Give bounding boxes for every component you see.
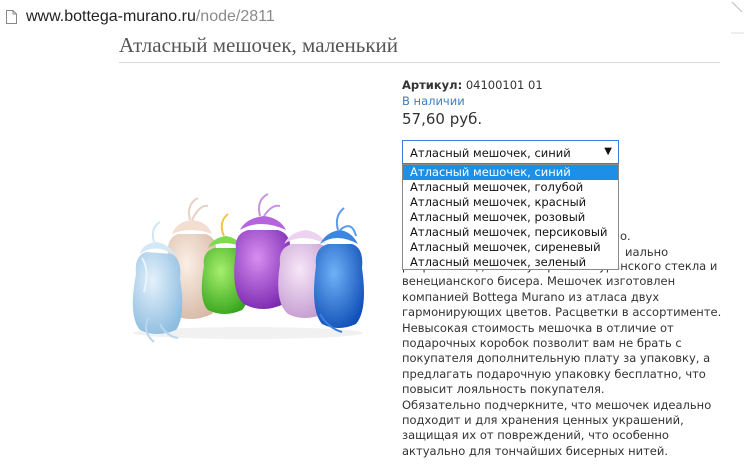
variant-option[interactable]: Атласный мешочек, красный — [403, 195, 618, 210]
dropdown-arrow-icon: ▼ — [604, 146, 612, 157]
variant-dropdown-list[interactable]: Атласный мешочек, синий Атласный мешочек… — [402, 164, 619, 270]
desc-line: гармонирующих цветов. Расцветки в ассорт… — [402, 305, 722, 320]
address-bar[interactable]: www.bottega-murano.ru/node/2811 — [0, 0, 744, 34]
page-icon — [6, 10, 17, 24]
sku-label: Артикул: — [402, 78, 463, 92]
desc-line: защищая их от повреждений, что особенно — [402, 428, 669, 443]
desc-line: актуально для тончайших бисерных нитей. — [402, 443, 669, 458]
desc-fragment: иально — [625, 245, 669, 259]
variant-option[interactable]: Атласный мешочек, зеленый — [403, 255, 618, 270]
sku-value: 04100101 01 — [465, 78, 543, 92]
desc-line: предлагать подарочную упаковку бесплатно… — [402, 366, 706, 381]
desc-line: компанией Bottega Murano из атласа двух — [402, 289, 660, 304]
desc-fragment: о. — [620, 229, 631, 243]
sku-line: Артикул: 04100101 01 — [402, 78, 543, 92]
desc-line: подарочных коробок позволит вам не брать… — [402, 336, 682, 351]
variant-option[interactable]: Атласный мешочек, голубой — [403, 180, 618, 195]
variant-option[interactable]: Атласный мешочек, персиковый — [403, 225, 618, 240]
variant-option[interactable]: Атласный мешочек, сиреневый — [403, 240, 618, 255]
variant-option[interactable]: Атласный мешочек, розовый — [403, 210, 618, 225]
desc-line: венецианского бисера. Мешочек изготовлен — [402, 274, 676, 289]
page-corner-icon — [731, 1, 744, 34]
product-image — [132, 193, 364, 343]
title-divider — [119, 62, 720, 63]
variant-select[interactable]: Атласный мешочек, синий ▼ — [402, 140, 619, 164]
variant-option[interactable]: Атласный мешочек, синий — [403, 165, 618, 180]
desc-line: покупателя дополнительную плату за упако… — [402, 351, 711, 366]
page-title: Атласный мешочек, маленький — [119, 33, 398, 57]
product-description: разработан для бижутерии из муранского с… — [402, 259, 721, 459]
url-text[interactable]: www.bottega-murano.ru/node/2811 — [26, 8, 275, 26]
url-path: /node/2811 — [195, 8, 275, 25]
url-domain: www.bottega-murano.ru — [26, 8, 196, 25]
variant-select-value: Атласный мешочек, синий — [410, 146, 571, 160]
desc-line: Невысокая стоимость мешочка в отличие от — [402, 320, 674, 335]
price: 57,60 руб. — [402, 110, 483, 128]
desc-line: Обязательно подчеркните, что мешочек иде… — [402, 397, 712, 412]
desc-line: подходит и для хранения ценных украшений… — [402, 413, 684, 428]
stock-status: В наличии — [402, 94, 465, 108]
desc-line: повысит лояльность покупателя. — [402, 382, 605, 397]
